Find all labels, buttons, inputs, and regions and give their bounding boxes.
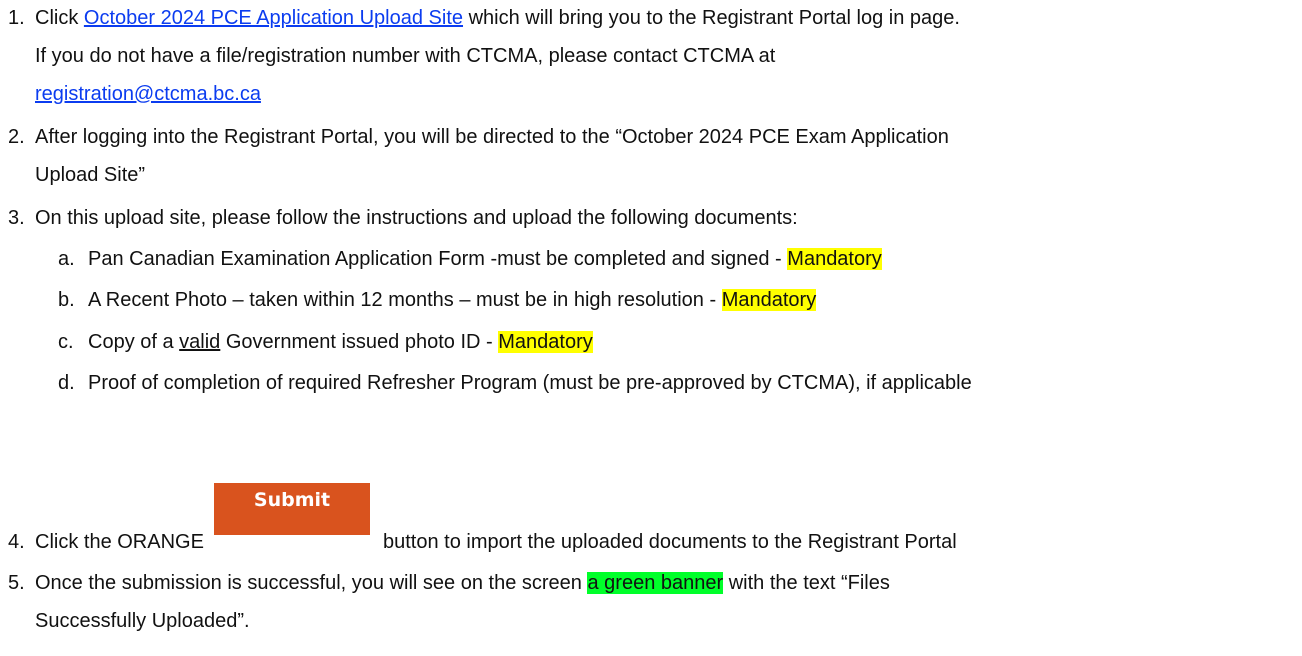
valid-underlined-word: valid [179,331,221,353]
step-3-text: On this upload site, please follow the i… [35,207,798,229]
step-3a-letter: a. [58,248,75,270]
step-1-line-3: registration@ctcma.bc.ca [35,82,261,106]
step-2-line-2: Upload Site” [35,164,146,186]
upload-site-link[interactable]: October 2024 PCE Application Upload Site [84,7,463,29]
mandatory-badge: Mandatory [787,248,882,270]
step-3b-text: A Recent Photo – taken within 12 months … [88,289,722,311]
step-5-text-continued: with the text “Files [723,572,890,594]
green-banner-highlight: a green banner [587,572,724,594]
step-1-line-2: If you do not have a file/registration n… [35,45,776,67]
step-3a-text: Pan Canadian Examination Application For… [88,248,788,270]
step-4-text-continued: button to import the uploaded documents … [383,531,957,553]
step-4-text: Click the ORANGE [35,531,204,553]
step-5-number: 5. [8,572,25,594]
registration-email-link[interactable]: registration@ctcma.bc.ca [35,83,261,105]
mandatory-badge: Mandatory [498,331,593,353]
step-3-number: 3. [8,207,25,229]
submit-button[interactable]: Submit [214,483,370,535]
step-3c-item: Copy of a valid Government issued photo … [88,330,593,354]
step-3b-letter: b. [58,289,75,311]
step-3a-item: Pan Canadian Examination Application For… [88,247,882,271]
step-3d-letter: d. [58,372,75,394]
step-5-line-1: Once the submission is successful, you w… [35,571,890,595]
step-2-number: 2. [8,126,25,148]
step-1-text: Click [35,7,84,29]
step-3c-text: Copy of a [88,331,180,353]
step-5-line-2: Successfully Uploaded”. [35,610,250,632]
step-2-line-1: After logging into the Registrant Portal… [35,126,949,148]
step-3d-text: Proof of completion of required Refreshe… [88,372,972,394]
step-5-text: Once the submission is successful, you w… [35,572,588,594]
mandatory-badge: Mandatory [721,289,817,311]
step-3c-text-continued: Government issued photo ID - [220,331,499,353]
step-4-number: 4. [8,531,25,553]
step-3c-letter: c. [58,331,74,353]
step-1-line-1: Click October 2024 PCE Application Uploa… [35,6,960,30]
step-1-text-continued: which will bring you to the Registrant P… [463,7,960,29]
step-3b-item: A Recent Photo – taken within 12 months … [88,288,817,312]
step-1-number: 1. [8,7,25,29]
